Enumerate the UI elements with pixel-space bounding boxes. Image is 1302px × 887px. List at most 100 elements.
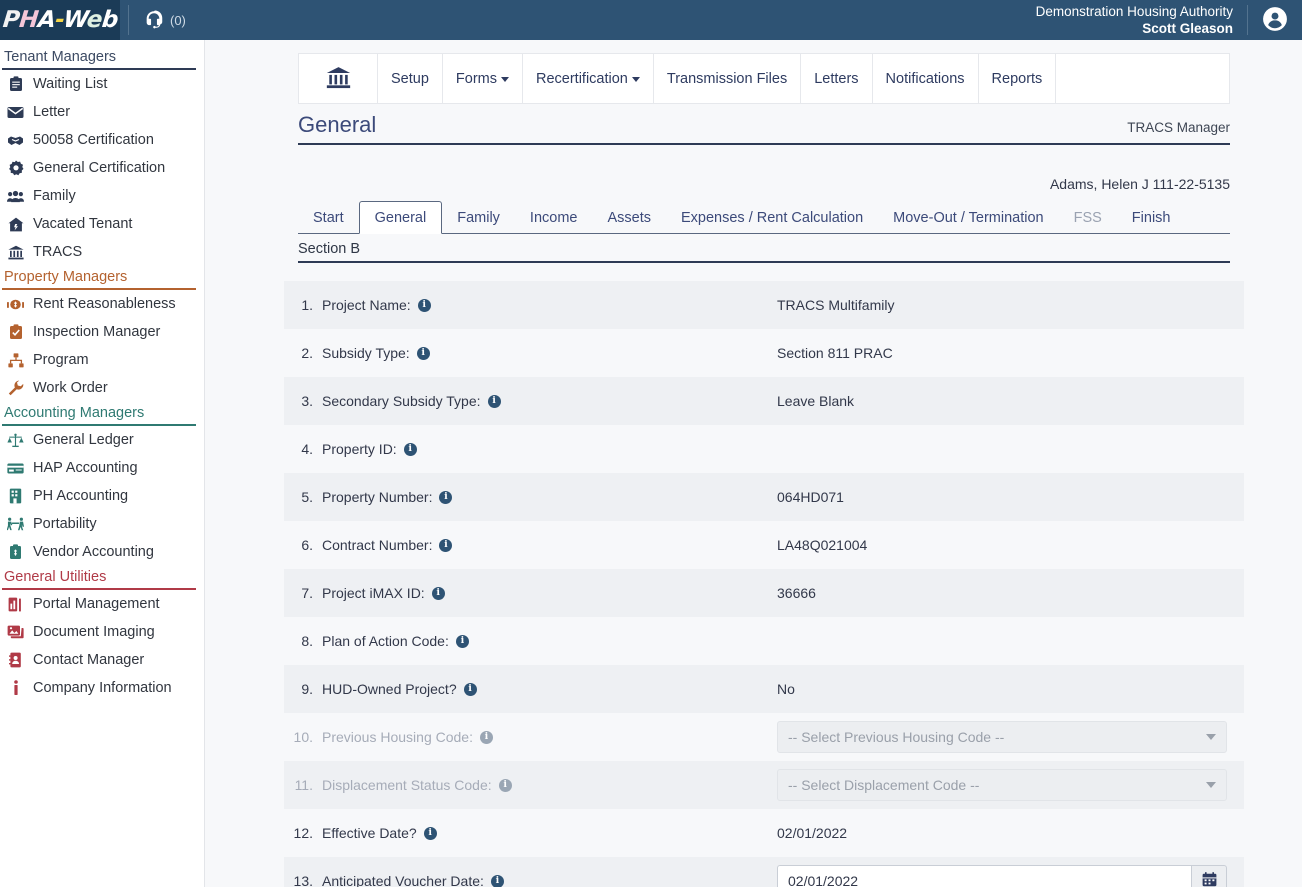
nav-item-notifications[interactable]: Notifications [873,54,979,103]
tab-assets[interactable]: Assets [592,202,666,233]
sidebar-item-portal-management[interactable]: Portal Management [0,590,204,618]
sidebar-item-program[interactable]: Program [0,346,204,374]
sidebar-group-accounting-managers: Accounting Managers [2,402,196,426]
user-menu-button[interactable] [1262,6,1302,35]
client-identifier: Adams, Helen J 111-22-5135 [1049,176,1230,192]
form-rows-container: 1. Project Name: i TRACS Multifamily 2. S… [284,281,1244,887]
info-icon[interactable]: i [431,586,445,600]
tab-general[interactable]: General [358,201,443,234]
nav-item-reports[interactable]: Reports [979,54,1057,103]
nav-item-letters[interactable]: Letters [801,54,873,103]
main-content-area: Setup Forms Recertification Transmission… [205,40,1302,887]
row-label-text: HUD-Owned Project? [322,681,457,697]
info-icon[interactable]: i [439,490,453,504]
info-icon[interactable]: i [455,634,469,648]
sidebar-item-portability[interactable]: Portability [0,510,204,538]
tab-label: Move-Out / Termination [893,209,1044,226]
sidebar-item-label: Vacated Tenant [33,216,133,232]
tab-income[interactable]: Income [515,202,593,233]
select-value-text: -- Select Displacement Code -- [788,777,980,793]
row-number: 9. [301,681,313,697]
wrench-icon [7,380,24,397]
info-icon[interactable]: i [423,826,437,840]
nav-item-setup[interactable]: Setup [378,54,443,103]
tab-label: Family [457,209,500,226]
clipboard-check-icon [7,324,24,341]
tab-label: Finish [1131,209,1171,226]
table-row: 12. Effective Date? i 02/01/2022 [284,809,1244,857]
tab-start[interactable]: Start [298,202,359,233]
sidebar-item-label: TRACS [33,244,83,260]
row-value-text: Leave Blank [777,393,855,409]
sidebar-item-work-order[interactable]: Work Order [0,374,204,402]
sidebar-item-letter[interactable]: Letter [0,98,204,126]
info-icon[interactable]: i [490,874,504,887]
table-row: 1. Project Name: i TRACS Multifamily [284,281,1244,329]
calendar-picker-button[interactable] [1191,864,1227,887]
sidebar-item-general-certification[interactable]: General Certification [0,154,204,182]
info-icon[interactable]: i [463,682,477,696]
header-divider-2 [1247,5,1248,35]
tab-move-out-termination[interactable]: Move-Out / Termination [878,202,1058,233]
nav-item-label: Recertification [536,70,628,87]
sidebar-item-rent-reasonableness[interactable]: Rent Reasonableness [0,290,204,318]
row-label: Subsidy Type: i [322,345,777,361]
sidebar-item-ph-accounting[interactable]: PH Accounting [0,482,204,510]
sidebar-item-company-information[interactable]: Company Information [0,674,204,702]
tab-finish[interactable]: Finish [1117,202,1186,233]
anticipated-voucher-date-input[interactable]: 02/01/2022 [777,864,1191,887]
sidebar-item-label: Waiting List [33,76,108,92]
sidebar-item-vacated-tenant[interactable]: Vacated Tenant [0,210,204,238]
row-value-text: No [777,681,795,697]
sidebar-item-tracs[interactable]: TRACS [0,238,204,266]
module-home-button[interactable] [299,54,378,103]
images-icon [7,624,24,641]
sidebar-item-vendor-accounting[interactable]: Vendor Accounting [0,538,204,566]
row-label-text: Effective Date? [322,825,417,841]
info-icon[interactable]: i [479,730,493,744]
date-value-text: 02/01/2022 [788,873,859,887]
nav-item-recertification[interactable]: Recertification [523,54,654,103]
sidebar-item-inspection-manager[interactable]: Inspection Manager [0,318,204,346]
sidebar-item-label: Work Order [33,380,108,396]
tab-label: General [374,209,427,226]
info-icon[interactable]: i [498,778,512,792]
tab-fss[interactable]: FSS [1059,202,1117,233]
row-number: 5. [301,489,313,505]
headset-icon [143,9,165,31]
sidebar-item-family[interactable]: Family [0,182,204,210]
app-logo[interactable]: PHA-Web [0,0,120,40]
row-value: -- Select Displacement Code -- [777,769,1244,801]
previous-housing-code-select[interactable]: -- Select Previous Housing Code -- [777,721,1227,753]
people-carry-icon [7,516,24,533]
sidebar-group-general-utilities: General Utilities [2,566,196,590]
sidebar-item-waiting-list[interactable]: Waiting List [0,70,204,98]
sidebar-group-property-managers: Property Managers [2,266,196,290]
sidebar-item-contact-manager[interactable]: Contact Manager [0,646,204,674]
displacement-status-code-select[interactable]: -- Select Displacement Code -- [777,769,1227,801]
row-label-text: Plan of Action Code: [322,633,449,649]
row-number: 6. [301,537,313,553]
row-number: 13. [293,873,313,887]
info-icon[interactable]: i [416,346,430,360]
info-icon[interactable]: i [487,394,501,408]
certificate-badge-icon [7,160,24,177]
sidebar-item-document-imaging[interactable]: Document Imaging [0,618,204,646]
row-label: Secondary Subsidy Type: i [322,393,777,409]
info-icon[interactable]: i [439,538,453,552]
tab-family[interactable]: Family [442,202,515,233]
support-button[interactable]: (0) [143,9,186,31]
sidebar-item-hap-accounting[interactable]: HAP Accounting [0,454,204,482]
table-row: 13. Anticipated Voucher Date: i 02/01/202… [284,857,1244,887]
sidebar-item-50058-certification[interactable]: 50058 Certification [0,126,204,154]
info-icon[interactable]: i [417,298,431,312]
info-icon[interactable]: i [403,442,417,456]
nav-item-forms[interactable]: Forms [443,54,523,103]
nav-item-transmission-files[interactable]: Transmission Files [654,54,802,103]
row-value-text: Section 811 PRAC [777,345,893,361]
building-icon [7,488,24,505]
sidebar-item-general-ledger[interactable]: General Ledger [0,426,204,454]
row-value-text: 36666 [777,585,816,601]
row-number: 2. [301,345,313,361]
tab-expenses-rent-calculation[interactable]: Expenses / Rent Calculation [666,202,878,233]
